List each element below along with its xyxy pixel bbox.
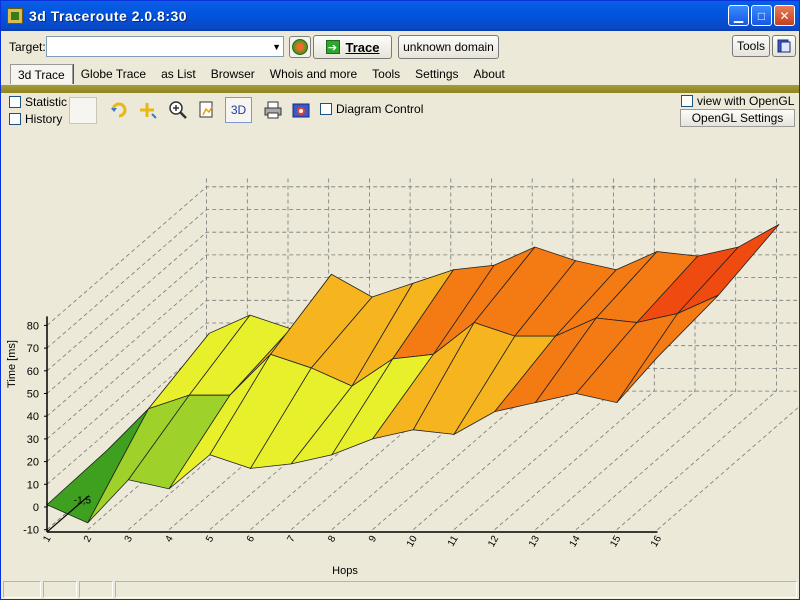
status-cell-3 (79, 581, 113, 598)
refresh-icon[interactable] (106, 97, 132, 123)
close-button[interactable]: ✕ (774, 5, 795, 26)
tab-as-list[interactable]: as List (154, 64, 204, 84)
diagram-control-label: Diagram Control (336, 102, 424, 116)
target-bar: Target: ▼ ➔ Trace unknown domain Tools (1, 31, 799, 62)
3d-view-button[interactable]: 3D (225, 97, 252, 123)
x-tick-label: 16 (649, 534, 664, 550)
go-icon (292, 39, 308, 55)
domain-button[interactable]: unknown domain (398, 35, 499, 59)
minimize-button[interactable]: ▁ (728, 5, 749, 26)
tools-label: Tools (736, 39, 765, 53)
x-tick-label: 1 (41, 534, 54, 545)
tools-button[interactable]: Tools (732, 35, 770, 57)
color-preview[interactable] (69, 97, 97, 124)
y-tick-label: -10 (23, 525, 39, 537)
tab-globe-trace[interactable]: Globe Trace (72, 64, 154, 84)
statistic-label: Statistic (25, 95, 68, 109)
statistic-checkbox[interactable]: Statistic (9, 95, 67, 109)
3d-trace-chart[interactable]: -1,580706050403020100-101 2 3 4 5 6 7 8 9 10 11 12 1… (1, 129, 800, 581)
x-tick-label: 14 (568, 534, 583, 550)
chevron-down-icon[interactable]: ▼ (272, 42, 281, 52)
y-tick-label: 0 (33, 502, 39, 514)
trace-label: Trace (345, 39, 380, 55)
tab-about[interactable]: About (467, 64, 513, 84)
trace-button[interactable]: ➔ Trace (313, 35, 392, 59)
statistic-checkbox-box[interactable] (9, 96, 21, 108)
history-checkbox-box[interactable] (9, 113, 21, 125)
zoom-icon[interactable] (165, 97, 191, 123)
app-window: 3d Traceroute 2.0.8:30 ▁ □ ✕ Target: ▼ ➔… (0, 0, 800, 600)
x-tick-label: 7 (285, 534, 298, 545)
go-button[interactable] (289, 36, 311, 58)
x-tick-label: 4 (163, 534, 176, 545)
status-cell-1 (3, 581, 41, 598)
diagram-control-checkbox-box[interactable] (320, 103, 332, 115)
y-axis-label: Time [ms] (6, 340, 18, 388)
status-cell-4 (115, 581, 797, 598)
x-tick-label: 12 (486, 534, 501, 550)
x-tick-label: 8 (326, 534, 339, 545)
opengl-checkbox[interactable]: view with OpenGL (681, 94, 794, 108)
y-tick-label: 10 (27, 479, 39, 491)
status-cell-2 (43, 581, 77, 598)
history-checkbox[interactable]: History (9, 112, 62, 126)
chart-area[interactable]: -1,5 80 70 60 50 40 30 20 10 0 -10 1 2 3 4 5 6 7 8 9 10 11 12 1… (1, 129, 800, 581)
maximize-button[interactable]: □ (751, 5, 772, 26)
y-tick-label: 30 (27, 434, 39, 446)
toolbar: Statistic History 3D Diagram Control vie… (1, 93, 799, 127)
target-label: Target: (9, 40, 46, 54)
grid-line (657, 405, 800, 531)
x-tick-label: 10 (405, 534, 420, 550)
diagram-control-checkbox[interactable]: Diagram Control (320, 102, 423, 116)
menu-separator (1, 85, 799, 93)
tab-browser[interactable]: Browser (204, 64, 263, 84)
tab-tools[interactable]: Tools (365, 64, 408, 84)
x-tick-label: 13 (527, 534, 542, 550)
arrow-right-icon: ➔ (325, 40, 340, 54)
x-tick-label: 6 (245, 534, 258, 545)
target-input[interactable]: ▼ (46, 36, 284, 57)
y-tick-label: 20 (27, 457, 39, 469)
x-tick-label: 9 (367, 534, 380, 545)
y-tick-label: 60 (27, 366, 39, 378)
domain-label: unknown domain (403, 40, 494, 54)
tab-settings[interactable]: Settings (408, 64, 466, 84)
export-icon[interactable] (194, 97, 220, 123)
x-tick-label: 5 (204, 534, 217, 545)
print-icon[interactable] (260, 97, 286, 123)
title-bar[interactable]: 3d Traceroute 2.0.8:30 ▁ □ ✕ (1, 1, 799, 31)
book-icon (777, 39, 791, 53)
window-title: 3d Traceroute 2.0.8:30 (29, 8, 188, 24)
x-tick-label: 15 (608, 534, 623, 550)
tab-whois[interactable]: Whois and more (263, 64, 365, 84)
x-axis-label: Hops (332, 565, 358, 577)
x-tick-label: 2 (82, 534, 95, 545)
opengl-label: view with OpenGL (697, 94, 795, 108)
history-label: History (25, 112, 63, 126)
x-tick-label: 11 (446, 534, 461, 549)
app-icon (7, 8, 23, 24)
arrows-icon[interactable] (134, 97, 160, 123)
x-tick-label: 3 (123, 534, 136, 545)
y-tick-label: 50 (27, 389, 39, 401)
y-tick-label: 80 (27, 320, 39, 332)
help-button[interactable] (772, 35, 796, 57)
opengl-settings-button[interactable]: OpenGL Settings (680, 109, 795, 127)
menu-bar: 3d Trace Globe Trace as List Browser Who… (1, 62, 799, 86)
depth-tick-label: -1,5 (74, 496, 92, 507)
status-bar (1, 579, 799, 600)
tab-3d-trace[interactable]: 3d Trace (10, 64, 73, 84)
camera-icon[interactable] (288, 97, 314, 123)
opengl-checkbox-box[interactable] (681, 95, 693, 107)
y-tick-label: 70 (27, 343, 39, 355)
y-tick-label: 40 (27, 411, 39, 423)
